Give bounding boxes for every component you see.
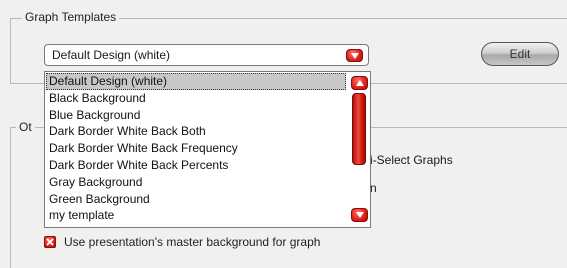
multi-select-graphs-label: i-Select Graphs [370, 153, 453, 167]
list-item[interactable]: my template [46, 207, 346, 224]
master-background-checkbox[interactable] [44, 236, 56, 248]
dropdown-scrollbar[interactable] [349, 73, 369, 226]
list-item[interactable]: Gray Background [46, 174, 346, 191]
list-item[interactable]: Black Background [46, 90, 346, 107]
list-item[interactable]: Green Background [46, 191, 346, 208]
graph-template-select-value: Default Design (white) [52, 48, 171, 62]
list-item[interactable]: Dark Border White Back Percents [46, 157, 346, 174]
list-item[interactable]: Blue Background [46, 107, 346, 124]
scroll-up-icon[interactable] [351, 76, 368, 90]
scrollbar-thumb[interactable] [352, 93, 366, 165]
graph-template-select[interactable]: Default Design (white) [44, 44, 369, 66]
scroll-down-icon[interactable] [351, 208, 368, 222]
edit-button[interactable]: Edit [481, 42, 559, 66]
list-item[interactable]: Dark Border White Back Both [46, 123, 346, 140]
other-options-legend: Ot [16, 120, 35, 134]
master-background-label: Use presentation's master background for… [64, 235, 321, 249]
dropdown-items: Default Design (white) Black Background … [46, 73, 346, 224]
partial-option-label: n [370, 181, 377, 195]
list-item[interactable]: Default Design (white) [46, 73, 346, 90]
graph-template-dropdown-list[interactable]: Default Design (white) Black Background … [44, 71, 371, 228]
chevron-down-icon[interactable] [346, 49, 363, 62]
graph-templates-legend: Graph Templates [22, 10, 120, 24]
list-item[interactable]: Dark Border White Back Frequency [46, 140, 346, 157]
